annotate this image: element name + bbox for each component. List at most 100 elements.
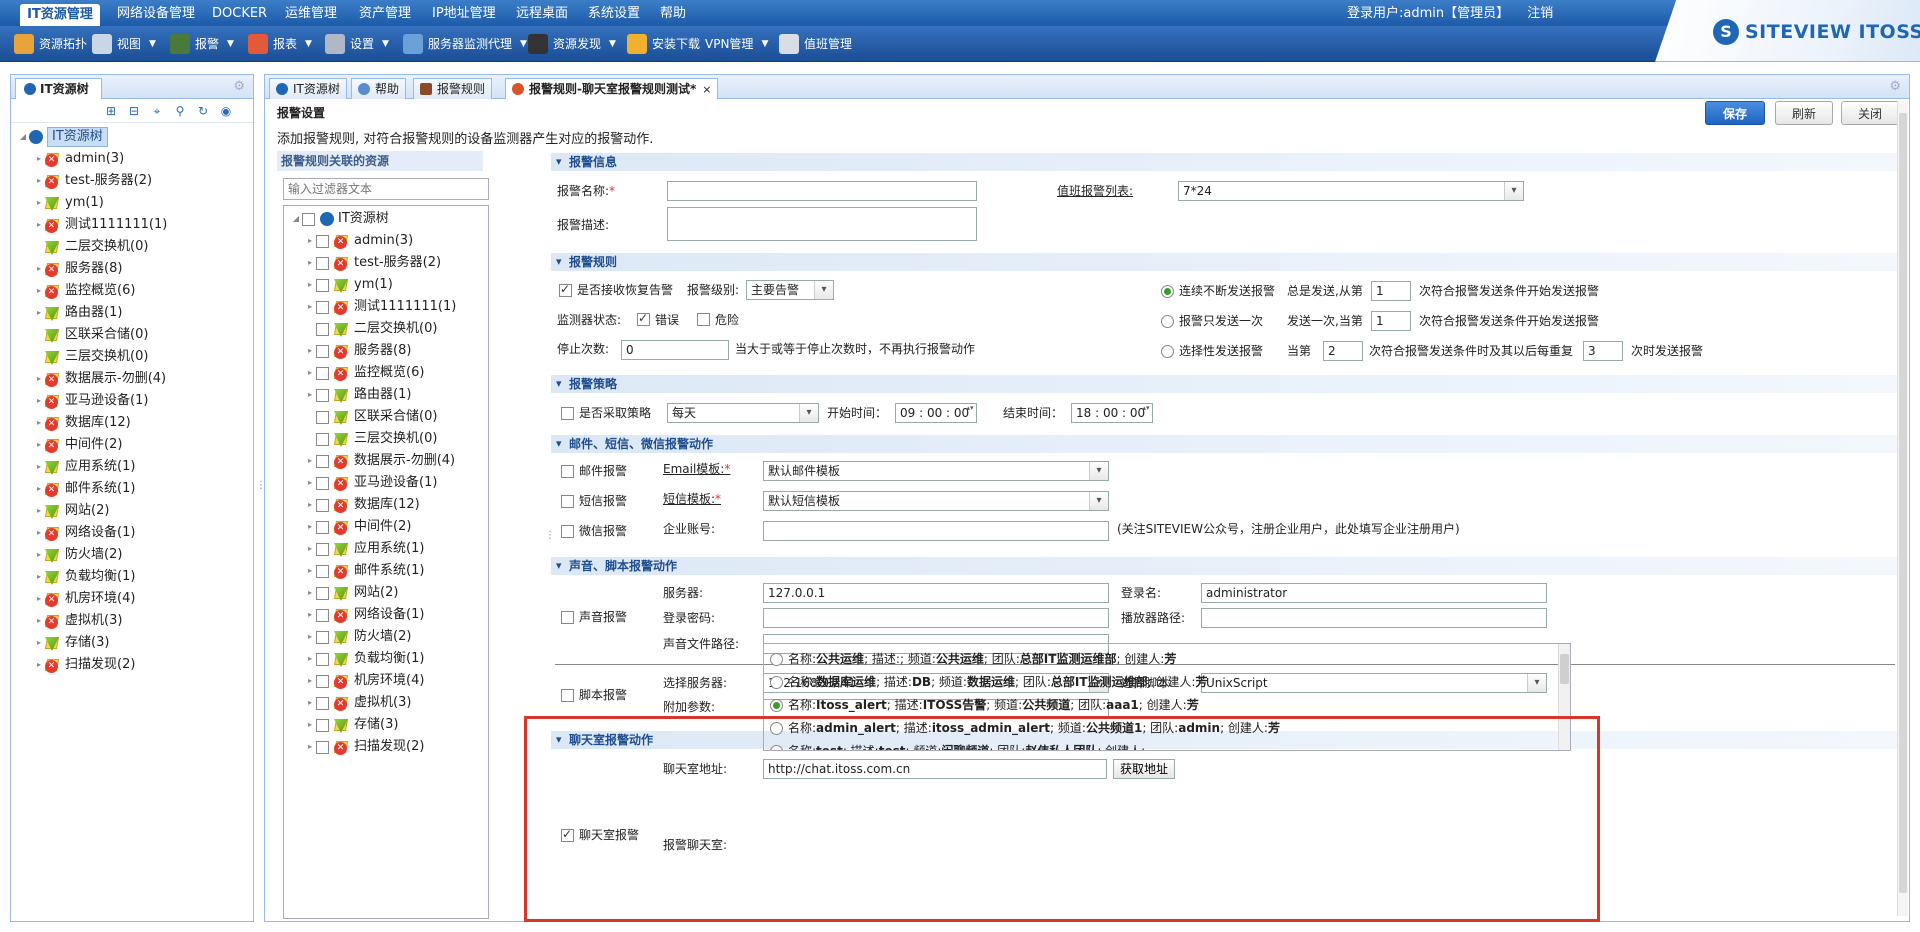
tree-root[interactable]: ◢ IT资源树: [290, 208, 488, 230]
tree-node[interactable]: ▸ ✕ test-服务器(2): [11, 170, 253, 192]
expand-arrow-icon[interactable]: ▸: [304, 450, 316, 472]
tree-checkbox[interactable]: [316, 256, 329, 270]
strategy-period-select[interactable]: 每天: [667, 403, 819, 423]
expand-arrow-icon[interactable]: ▸: [33, 280, 45, 302]
tree-node[interactable]: ▸ ✕ 网络设备(1): [11, 522, 253, 544]
end-time-input[interactable]: 18 : 00 : 00: [1071, 403, 1153, 423]
toolbar-settings[interactable]: 设置 ▼: [325, 26, 389, 62]
scrollbar[interactable]: [1558, 644, 1570, 750]
toolbar-duty[interactable]: 值班管理: [779, 26, 852, 62]
login-name-input[interactable]: administrator: [1201, 583, 1547, 603]
tree-checkbox[interactable]: [316, 388, 329, 402]
recover-checkbox[interactable]: [559, 282, 572, 297]
tree-checkbox[interactable]: [316, 278, 329, 292]
tree-checkbox[interactable]: [316, 586, 329, 600]
chatroom-radio[interactable]: [770, 652, 783, 666]
tree-node[interactable]: ▸ ✕ 监控概览(6): [11, 280, 253, 302]
tree-node[interactable]: ▸ ✕ 亚马逊设备(1): [290, 472, 488, 494]
send-once-radio[interactable]: [1161, 315, 1174, 328]
tree-node[interactable]: ▸ ✕ 监控概览(6): [290, 362, 488, 384]
collapse-arrow-icon[interactable]: ◢: [290, 208, 302, 230]
expand-arrow-icon[interactable]: ▸: [33, 302, 45, 324]
tab-alarm-rule-chat[interactable]: 报警规则-聊天室报警规则测试* ×: [505, 78, 719, 99]
tree-node[interactable]: ▸ ✕ 机房环境(4): [290, 670, 488, 692]
expand-arrow-icon[interactable]: ▸: [33, 500, 45, 522]
tree-node[interactable]: 三层交换机(0): [290, 428, 488, 450]
chatroom-radio[interactable]: [770, 744, 783, 750]
locate-icon[interactable]: ⌖: [150, 104, 164, 118]
tree-node[interactable]: ▸ ✕ test-服务器(2): [290, 252, 488, 274]
save-button[interactable]: 保存: [1705, 101, 1765, 125]
player-path-input[interactable]: [1201, 608, 1547, 628]
tree-checkbox[interactable]: [316, 740, 329, 754]
expand-arrow-icon[interactable]: ▸: [33, 478, 45, 500]
expand-arrow-icon[interactable]: ▸: [33, 610, 45, 632]
scrollbar-thumb[interactable]: [1560, 654, 1569, 684]
resource-filter-input[interactable]: [283, 178, 489, 200]
expand-arrow-icon[interactable]: ▸: [33, 654, 45, 676]
tree-node[interactable]: ▸ ✕ 中间件(2): [11, 434, 253, 456]
menu-help[interactable]: 帮助: [660, 0, 686, 26]
expand-arrow-icon[interactable]: ▸: [304, 714, 316, 736]
tree-node[interactable]: ▸ 应用系统(1): [11, 456, 253, 478]
tree-checkbox[interactable]: [316, 498, 329, 512]
chatroom-option[interactable]: 名称: test; 描述: test; 频道: 闲聊频道; 团队: 赵伟私人团队; 创建…: [770, 740, 1145, 750]
tree-node[interactable]: ▸ ✕ 网络设备(1): [290, 604, 488, 626]
toolbar-monitor-agent[interactable]: 服务器监测代理 ▼: [403, 26, 527, 62]
expand-arrow-icon[interactable]: ▸: [33, 258, 45, 280]
expand-arrow-icon[interactable]: ▸: [304, 296, 316, 318]
expand-arrow-icon[interactable]: ▸: [33, 148, 45, 170]
section-mail-sms-wechat[interactable]: 邮件、短信、微信报警动作: [551, 435, 1899, 453]
section-strategy[interactable]: 报警策略: [551, 375, 1899, 393]
expand-arrow-icon[interactable]: ▸: [304, 560, 316, 582]
section-alert-info[interactable]: 报警信息: [551, 153, 1899, 171]
expand-arrow-icon[interactable]: ▸: [33, 566, 45, 588]
chatroom-option[interactable]: 名称: admin_alert; 描述: itoss_admin_alert; 频道…: [770, 717, 1280, 739]
tree-node[interactable]: ▸ 防火墙(2): [290, 626, 488, 648]
send-selective-radio[interactable]: [1161, 345, 1174, 358]
tree-checkbox[interactable]: [316, 520, 329, 534]
tree-node[interactable]: ▸ 应用系统(1): [290, 538, 488, 560]
send-selective-input[interactable]: 2: [1323, 341, 1363, 361]
refresh-button[interactable]: 刷新: [1775, 101, 1833, 125]
tree-node[interactable]: ▸ ✕ 测试1111111(1): [290, 296, 488, 318]
main-scrollbar[interactable]: [1897, 101, 1908, 916]
password-input[interactable]: [763, 608, 1109, 628]
toolbar-discovery[interactable]: 资源发现 ▼: [528, 26, 616, 62]
strategy-checkbox[interactable]: [561, 407, 574, 420]
expand-arrow-icon[interactable]: ▸: [33, 192, 45, 214]
tree-node[interactable]: ▸ ✕ admin(3): [11, 148, 253, 170]
expand-arrow-icon[interactable]: ▸: [33, 588, 45, 610]
tree-node[interactable]: ▸ ✕ 扫描发现(2): [11, 654, 253, 676]
duty-list-label[interactable]: 值班报警列表:: [1057, 181, 1133, 201]
sms-template-label[interactable]: 短信模板:*: [663, 489, 721, 509]
toolbar-report[interactable]: 报表 ▼: [248, 26, 312, 62]
send-selective-repeat-input[interactable]: 3: [1583, 341, 1623, 361]
tree-checkbox[interactable]: [302, 212, 315, 226]
tree-checkbox[interactable]: [316, 344, 329, 358]
tree-node[interactable]: 区联采合储(0): [11, 324, 253, 346]
toolbar-alarm[interactable]: 报警 ▼: [170, 26, 234, 62]
alert-name-input[interactable]: [667, 181, 977, 201]
tree-node[interactable]: ▸ ✕ admin(3): [290, 230, 488, 252]
expand-arrow-icon[interactable]: ▸: [304, 538, 316, 560]
sms-template-select[interactable]: 默认短信模板: [763, 491, 1109, 511]
tree-node[interactable]: ▸ 存储(3): [290, 714, 488, 736]
email-template-label[interactable]: Email模板:*: [663, 459, 730, 479]
expand-arrow-icon[interactable]: ▸: [33, 522, 45, 544]
section-sound-script[interactable]: 声音、脚本报警动作: [551, 557, 1899, 575]
expand-arrow-icon[interactable]: ▸: [33, 544, 45, 566]
tree-checkbox[interactable]: [316, 652, 329, 666]
expand-arrow-icon[interactable]: ▸: [304, 692, 316, 714]
sms-alarm-checkbox[interactable]: [561, 495, 574, 508]
expand-arrow-icon[interactable]: ▸: [304, 230, 316, 252]
tree-node[interactable]: ▸ 网站(2): [11, 500, 253, 522]
menu-ops[interactable]: 运维管理: [285, 0, 337, 26]
tree-checkbox[interactable]: [316, 476, 329, 490]
alert-desc-textarea[interactable]: [667, 207, 977, 241]
toolbar-vpn[interactable]: VPN管理 ▼: [705, 26, 768, 62]
expand-arrow-icon[interactable]: ▸: [304, 626, 316, 648]
tree-node[interactable]: ▸ ✕ 数据库(12): [290, 494, 488, 516]
expand-arrow-icon[interactable]: ▸: [304, 384, 316, 406]
chatroom-radio[interactable]: [770, 675, 783, 689]
